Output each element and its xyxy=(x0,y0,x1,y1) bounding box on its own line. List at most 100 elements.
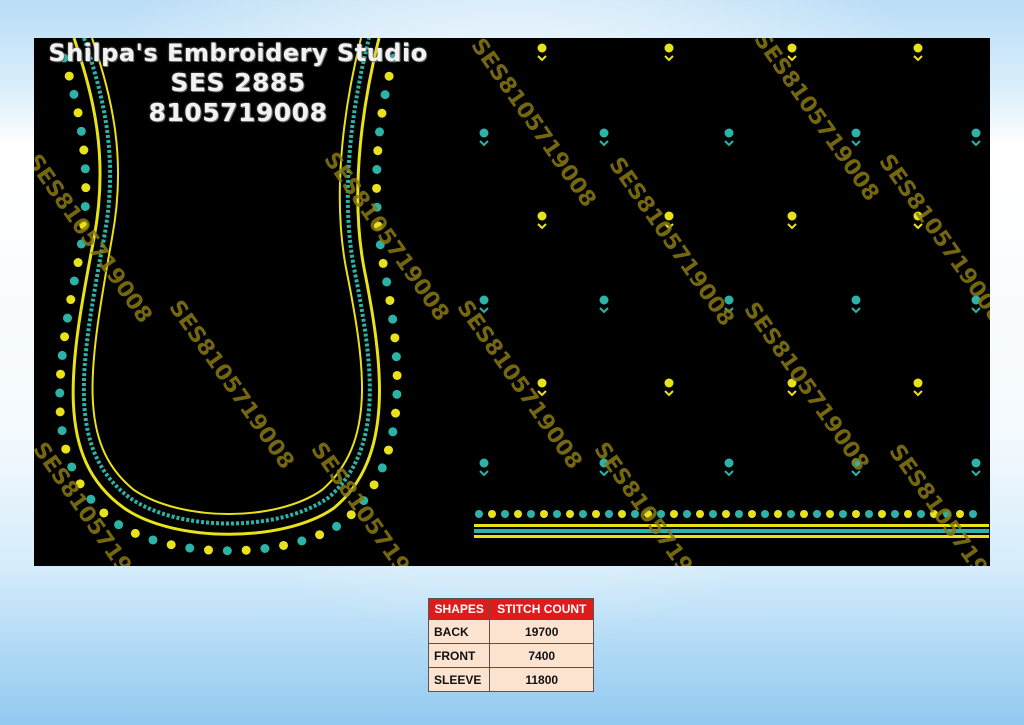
butta-motif-leaf xyxy=(537,55,547,62)
neckline-motif-dot xyxy=(385,295,395,305)
border-motif-dot xyxy=(592,510,600,518)
neckline-motif-dot xyxy=(383,445,393,455)
border-motif-dot xyxy=(852,510,860,518)
butta-motif-leaf xyxy=(664,55,674,62)
border-motif-dot xyxy=(774,510,782,518)
neckline-motif-dot xyxy=(57,426,67,436)
butta-motif-leaf xyxy=(851,140,861,147)
neckline-motif-dot xyxy=(382,277,392,287)
border-motif-dot xyxy=(618,510,626,518)
neckline-motif-dot xyxy=(390,333,400,343)
border-line-bottom xyxy=(474,535,989,538)
stitch-count: 11800 xyxy=(489,667,594,692)
table-row: SLEEVE 11800 xyxy=(427,667,594,692)
border-motif-dot xyxy=(540,510,548,518)
border-line-top xyxy=(474,524,989,527)
butta-motif-leaf xyxy=(724,470,734,477)
border-motif-dot xyxy=(904,510,912,518)
border-motif-dot xyxy=(683,510,691,518)
embroidery-design-canvas: SES8105719008 SES8105719008 SES810571900… xyxy=(34,38,990,566)
border-motif-dot xyxy=(891,510,899,518)
border-motif-dot xyxy=(709,510,717,518)
neckline-motif-dot xyxy=(388,427,398,437)
butta-motif-leaf xyxy=(787,223,797,230)
border-motif-dot xyxy=(527,510,535,518)
border-motif-dot xyxy=(566,510,574,518)
border-motif-dot xyxy=(670,510,678,518)
butta-motif-leaf xyxy=(971,140,981,147)
neckline-motif-dot xyxy=(260,544,270,554)
butta-motif-leaf xyxy=(913,55,923,62)
border-motif-dot xyxy=(475,510,483,518)
neckline-motif-dot xyxy=(130,528,140,538)
neckline-motif-dot xyxy=(185,543,195,553)
neckline-motif-dot xyxy=(60,332,70,342)
butta-motif-flower xyxy=(971,128,981,138)
neckline-motif-dot xyxy=(69,276,79,286)
butta-motif-flower xyxy=(479,458,489,468)
neckline-motif-dot xyxy=(392,370,402,380)
neckline-motif-dot xyxy=(55,407,65,417)
border-motif-dot xyxy=(761,510,769,518)
butta-motif-flower xyxy=(851,128,861,138)
border-motif-dot xyxy=(514,510,522,518)
border-motif-dot xyxy=(800,510,808,518)
neckline-motif-dot xyxy=(332,521,342,531)
neckline-motif-dot xyxy=(166,540,176,550)
neckline-motif-dot xyxy=(375,127,385,137)
border-motif-dot xyxy=(553,510,561,518)
neckline-motif-dot xyxy=(62,313,72,323)
table-row: FRONT 7400 xyxy=(427,643,594,668)
border-motif-dot xyxy=(488,510,496,518)
studio-branding: Shilpa's Embroidery Studio SES 2885 8105… xyxy=(38,38,438,128)
neckline-motif-dot xyxy=(114,520,124,530)
butta-motif-flower xyxy=(913,43,923,53)
butta-motif-flower xyxy=(724,128,734,138)
neckline-motif-dot xyxy=(241,545,251,555)
column-header-stitch-count: STITCH COUNT xyxy=(489,598,594,620)
butta-motif-flower xyxy=(599,128,609,138)
shape-name: SLEEVE xyxy=(427,667,491,692)
butta-motif-flower xyxy=(479,295,489,305)
stitch-count-table: SHAPES STITCH COUNT BACK 19700 FRONT 740… xyxy=(427,598,594,692)
design-code: SES 2885 xyxy=(170,68,306,97)
butta-motif-flower xyxy=(537,43,547,53)
neckline-motif-dot xyxy=(369,480,379,490)
butta-motif-leaf xyxy=(479,470,489,477)
border-motif-dot xyxy=(579,510,587,518)
border-motif-dot xyxy=(605,510,613,518)
neckline-motif-dot xyxy=(372,183,382,193)
butta-motif-leaf xyxy=(664,390,674,397)
butta-motif-flower xyxy=(851,295,861,305)
border-motif-dot xyxy=(735,510,743,518)
border-motif-dot xyxy=(878,510,886,518)
neckline-motif-dot xyxy=(279,540,289,550)
border-motif-dot xyxy=(865,510,873,518)
butta-motif-leaf xyxy=(537,223,547,230)
butta-motif-leaf xyxy=(971,470,981,477)
neckline-motif-dot xyxy=(391,352,401,362)
neckline-motif-dot xyxy=(373,146,383,156)
neckline-motif-dot xyxy=(377,463,387,473)
border-motif-dot xyxy=(787,510,795,518)
stitch-count: 19700 xyxy=(489,619,594,644)
neckline-motif-dot xyxy=(391,408,401,418)
border-motif-dot xyxy=(696,510,704,518)
neckline-motif-dot xyxy=(55,388,65,398)
neckline-motif-dot xyxy=(66,295,76,305)
neckline-motif-dot xyxy=(148,535,158,545)
shape-name: BACK xyxy=(427,619,491,644)
border-motif-dot xyxy=(501,510,509,518)
studio-name: Shilpa's Embroidery Studio xyxy=(48,39,428,67)
border-motif-dot xyxy=(969,510,977,518)
butta-motif-flower xyxy=(664,378,674,388)
neckline-motif-dot xyxy=(315,530,325,540)
butta-motif-flower xyxy=(537,211,547,221)
neckline-motif-dot xyxy=(81,183,91,193)
butta-motif-leaf xyxy=(724,140,734,147)
butta-motif-flower xyxy=(971,458,981,468)
border-motif-dot xyxy=(826,510,834,518)
neckline-motif-dot xyxy=(222,546,232,556)
neckline-motif-dot xyxy=(56,369,66,379)
butta-motif-flower xyxy=(537,378,547,388)
